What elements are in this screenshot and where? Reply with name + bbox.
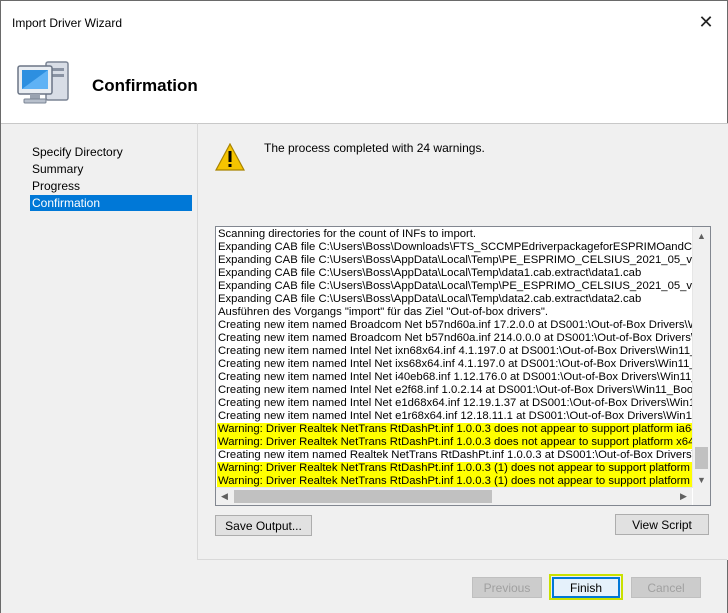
finish-button[interactable]: Finish (552, 577, 620, 598)
previous-button[interactable]: Previous (472, 577, 542, 598)
log-line-warning: Warning: Driver Realtek NetTrans RtDashP… (217, 436, 692, 449)
log-line: Creating new item named Intel Net ixn68x… (218, 345, 692, 357)
horizontal-scroll-thumb[interactable] (234, 490, 492, 503)
wizard-window: Import Driver Wizard ✕ Confirmation Spec… (0, 0, 728, 613)
cancel-button[interactable]: Cancel (631, 577, 701, 598)
close-button[interactable]: ✕ (691, 9, 721, 35)
save-output-button[interactable]: Save Output... (215, 515, 312, 536)
nav-item-summary[interactable]: Summary (30, 161, 192, 177)
horizontal-scrollbar[interactable]: ◀ ▶ (216, 487, 692, 505)
scroll-up-icon[interactable]: ▲ (693, 227, 710, 244)
nav-item-specify-directory[interactable]: Specify Directory (30, 144, 192, 160)
log-line: Scanning directories for the count of IN… (218, 228, 477, 240)
log-line: Ausführen des Vorgangs "import" für das … (218, 306, 548, 318)
page-title: Confirmation (92, 76, 198, 95)
log-line: Expanding CAB file C:\Users\Boss\AppData… (218, 267, 642, 279)
log-line: Expanding CAB file C:\Users\Boss\AppData… (218, 293, 642, 305)
log-line: Creating new item named Intel Net e1r68x… (218, 410, 692, 422)
log-line: Creating new item named Intel Net i40eb6… (218, 371, 692, 383)
nav-item-confirmation[interactable]: Confirmation (30, 195, 192, 211)
view-script-button[interactable]: View Script (615, 514, 709, 535)
log-line-warning: Warning: Driver Realtek NetTrans RtDashP… (217, 462, 692, 475)
log-line: Creating new item named Broadcom Net b57… (218, 332, 692, 344)
log-line: Expanding CAB file C:\Users\Boss\AppData… (218, 280, 692, 292)
title-bar: Import Driver Wizard ✕ (1, 1, 727, 41)
content-panel: The process completed with 24 warnings. … (197, 123, 728, 560)
log-line: Creating new item named Intel Net e2f68.… (218, 384, 692, 396)
vertical-scrollbar[interactable]: ▲ ▼ (692, 227, 710, 488)
computer-monitor-icon (17, 61, 69, 104)
nav-item-progress[interactable]: Progress (30, 178, 192, 194)
log-line: Expanding CAB file C:\Users\Boss\Downloa… (218, 241, 692, 253)
output-log[interactable]: Scanning directories for the count of IN… (215, 226, 711, 506)
log-line: Creating new item named Intel Net e1d68x… (218, 397, 692, 409)
warning-icon (215, 143, 245, 171)
window-title: Import Driver Wizard (12, 16, 123, 30)
wizard-footer: Previous Finish Cancel (197, 559, 727, 613)
log-line: Creating new item named Intel Net ixs68x… (218, 358, 692, 370)
log-line: Creating new item named Broadcom Net b57… (218, 319, 692, 331)
scroll-left-icon[interactable]: ◀ (216, 488, 233, 505)
scroll-right-icon[interactable]: ▶ (675, 488, 692, 505)
log-line-warning: Warning: Driver Realtek NetTrans RtDashP… (217, 423, 692, 436)
wizard-steps-nav: Specify Directory Summary Progress Confi… (1, 123, 197, 613)
log-line: Expanding CAB file C:\Users\Boss\AppData… (218, 254, 692, 266)
wizard-header: Confirmation (1, 41, 727, 121)
log-lines: Scanning directories for the count of IN… (217, 228, 692, 488)
log-line: Creating new item named Realtek NetTrans… (218, 449, 692, 461)
status-message: The process completed with 24 warnings. (264, 141, 485, 155)
scroll-down-icon[interactable]: ▼ (693, 471, 710, 488)
scroll-corner (693, 488, 710, 505)
vertical-scroll-thumb[interactable] (695, 447, 708, 469)
